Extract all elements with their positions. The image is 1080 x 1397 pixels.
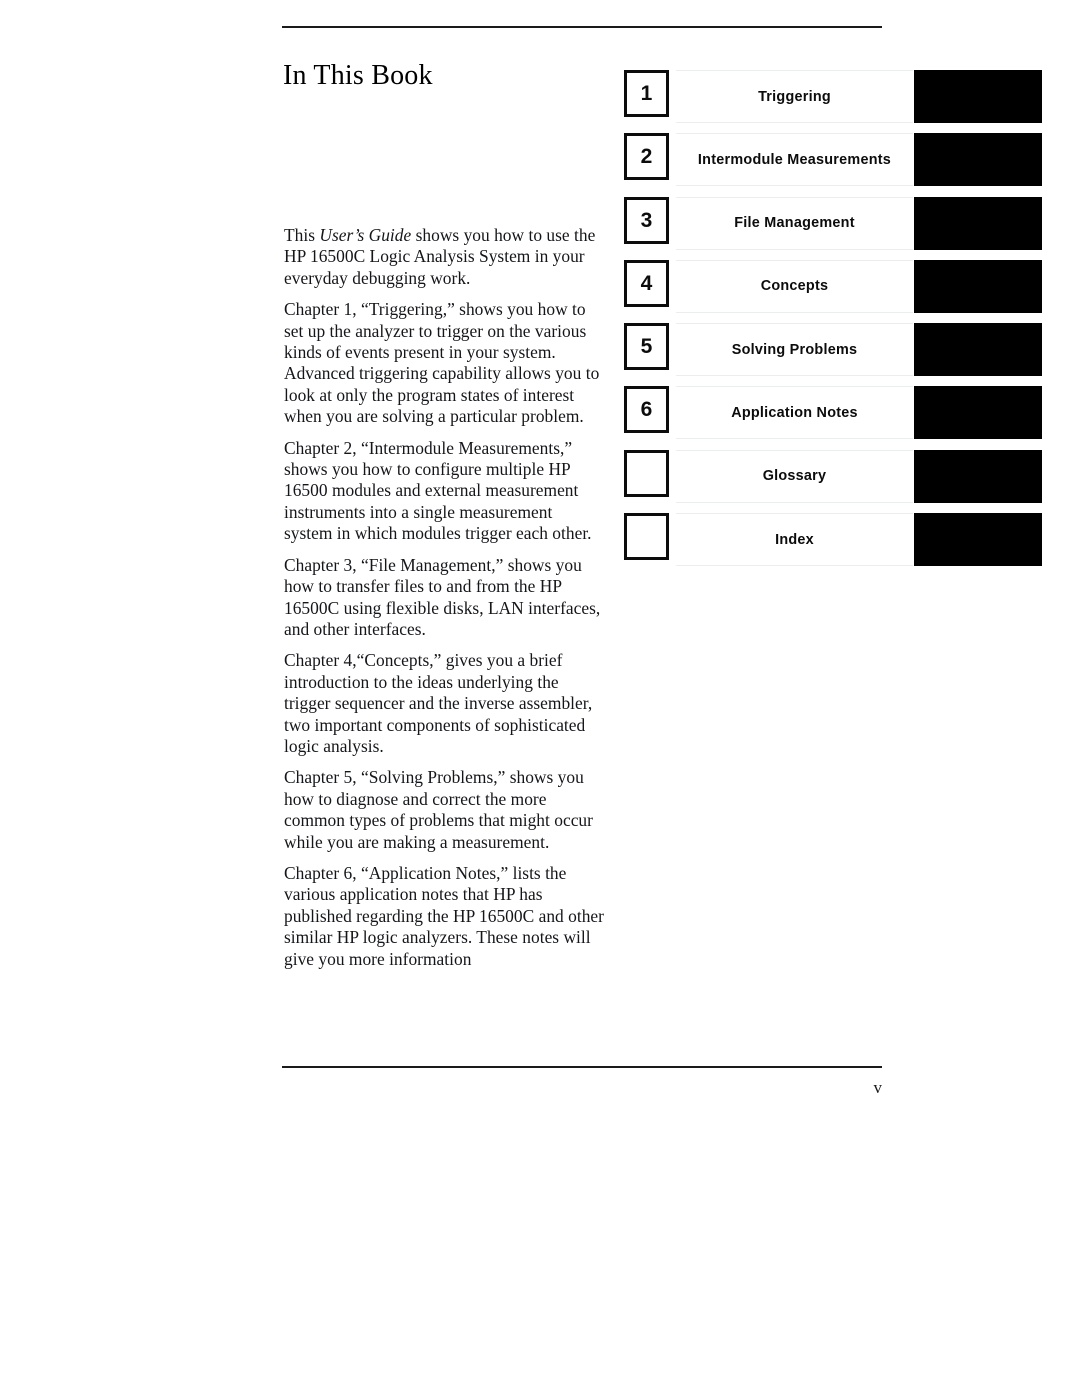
chapter-number-box: 4	[624, 259, 669, 307]
chapter-label-cell: Triggering	[676, 70, 913, 123]
chapter-number-box: 1	[624, 70, 669, 117]
paragraph-chapter-5: Chapter 5, “Solving Problems,” shows you…	[284, 767, 593, 852]
chapter-index-row[interactable]: 4 Concepts	[624, 259, 1044, 313]
chapter-label-cell: Concepts	[676, 259, 913, 313]
chapter-label-cell: Solving Problems	[676, 323, 913, 377]
chapter-index-row[interactable]: 2 Intermodule Measurements	[624, 133, 1044, 187]
footer-rule	[282, 1066, 882, 1068]
thumb-tab-block	[914, 259, 1042, 313]
chapter-index-row[interactable]: 6 Application Notes	[624, 386, 1044, 440]
chapter-number-box: 2	[624, 133, 669, 181]
chapter-label: Application Notes	[731, 404, 858, 421]
body-text-column: This User’s Guide shows you how to use t…	[284, 225, 604, 970]
italic-title: User’s Guide	[319, 225, 412, 245]
chapter-index-row[interactable]: 5 Solving Problems	[624, 323, 1044, 377]
thumb-tab-block	[914, 133, 1042, 187]
thumb-tab-block	[914, 513, 1042, 567]
thumb-tab-block	[914, 70, 1042, 123]
chapter-label-cell: File Management	[676, 196, 913, 250]
chapter-number-box	[624, 513, 669, 561]
paragraph-intro: This User’s Guide shows you how to use t…	[284, 225, 596, 288]
chapter-index-row[interactable]: 1 Triggering	[624, 70, 1044, 123]
thumb-tab-block	[914, 323, 1042, 377]
chapter-index-row[interactable]: 3 File Management	[624, 196, 1044, 250]
header-rule	[282, 26, 882, 28]
chapter-number-box	[624, 449, 669, 497]
chapter-label: File Management	[734, 215, 855, 232]
document-page: In This Book This User’s Guide shows you…	[0, 0, 1080, 1397]
chapter-number-box: 5	[624, 323, 669, 371]
thumb-tab-block	[914, 449, 1042, 503]
chapter-label: Triggering	[758, 88, 831, 105]
chapter-label: Glossary	[762, 468, 827, 485]
chapter-number-box: 6	[624, 386, 669, 434]
paragraph-chapter-6: Chapter 6, “Application Notes,” lists th…	[284, 862, 604, 969]
paragraph-chapter-1: Chapter 1, “Triggering,” shows you how t…	[284, 299, 600, 427]
page-title: In This Book	[283, 59, 433, 91]
paragraph-chapter-2: Chapter 2, “Intermodule Measurements,” s…	[284, 437, 592, 544]
thumb-tab-block	[914, 196, 1042, 250]
chapter-index-table: 1 Triggering 2 Intermodule Measurements 3 Fil…	[624, 70, 1044, 567]
paragraph-chapter-4: Chapter 4,“Concepts,” gives you a brief …	[284, 650, 593, 756]
chapter-index-row[interactable]: Glossary	[624, 449, 1044, 503]
chapter-label: Index	[775, 531, 814, 548]
chapter-index-row[interactable]: Index	[624, 513, 1044, 567]
page-number: v	[873, 1078, 883, 1097]
chapter-number-box: 3	[624, 196, 669, 244]
chapter-label-cell: Application Notes	[676, 386, 913, 440]
chapter-label: Solving Problems	[731, 341, 858, 358]
chapter-label-cell: Index	[676, 513, 913, 567]
chapter-label-cell: Glossary	[676, 449, 913, 503]
chapter-label: Concepts	[760, 278, 829, 295]
thumb-tab-block	[914, 386, 1042, 440]
chapter-label-cell: Intermodule Measurements	[676, 133, 913, 187]
chapter-label: Intermodule Measurements	[697, 151, 892, 168]
paragraph-chapter-3: Chapter 3, “File Management,” shows you …	[284, 554, 601, 639]
